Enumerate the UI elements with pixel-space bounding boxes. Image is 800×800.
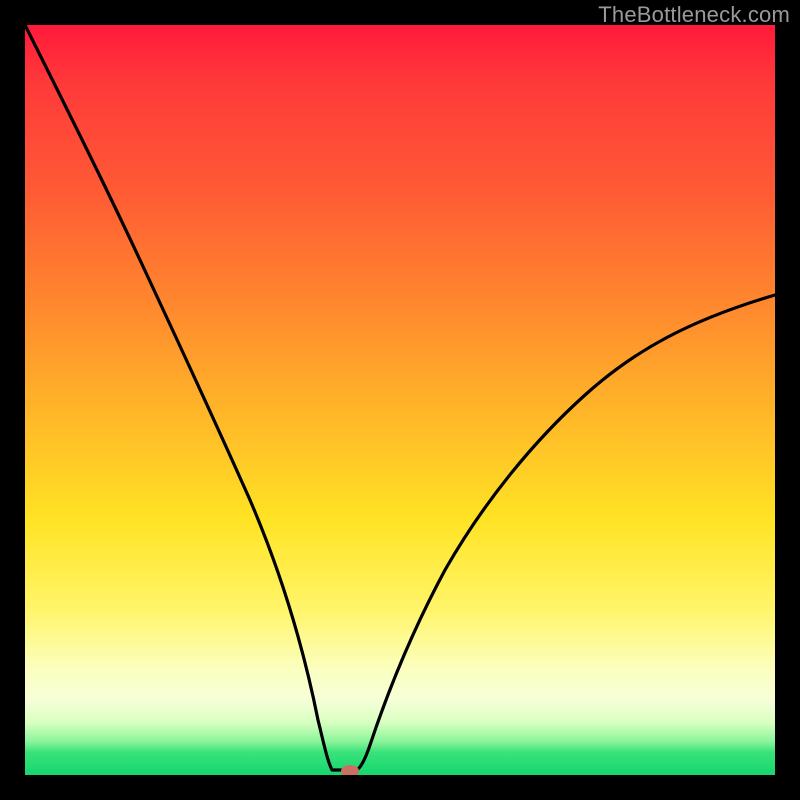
curve-path <box>25 25 775 770</box>
bottleneck-curve <box>25 25 775 775</box>
plot-area <box>25 25 775 775</box>
trough-marker-icon <box>341 765 359 775</box>
chart-frame: TheBottleneck.com <box>0 0 800 800</box>
